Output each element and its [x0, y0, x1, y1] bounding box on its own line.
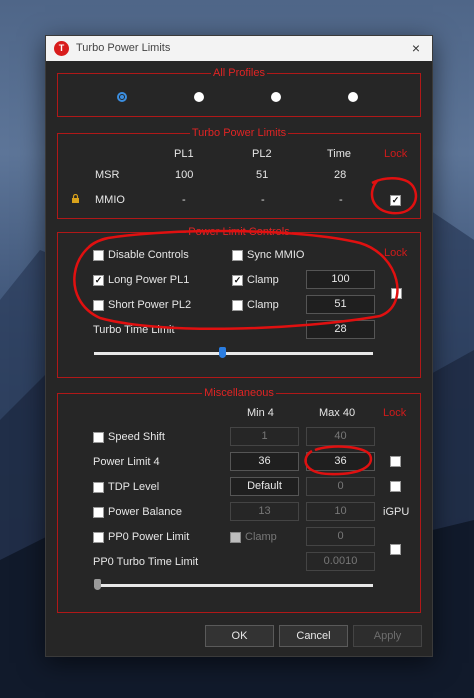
pp0-power-limit-input[interactable]: 0	[306, 527, 375, 546]
profile-radio-3[interactable]	[271, 92, 281, 102]
pp0-clamp-label: Clamp	[245, 531, 277, 543]
msr-pl1-value: 100	[175, 169, 194, 181]
long-power-pl1-checkbox[interactable]	[93, 275, 104, 286]
turbo-time-limit-input[interactable]: 28	[306, 320, 375, 339]
pp0-power-limit-label: PP0 Power Limit	[108, 531, 190, 543]
min-header: Min 4	[247, 407, 274, 419]
window-title: Turbo Power Limits	[76, 42, 171, 54]
col-header-pl1: PL1	[174, 148, 194, 160]
miscellaneous-group: Miscellaneous Min 4 Max 40 Lock Speed Sh…	[57, 387, 421, 613]
sync-mmio-label: Sync MMIO	[247, 249, 305, 261]
mmio-lock-checkbox[interactable]	[390, 195, 401, 206]
pp0-turbo-time-limit-label: PP0 Turbo Time Limit	[93, 556, 199, 568]
short-clamp-checkbox[interactable]	[232, 300, 243, 311]
profile-radio-4[interactable]	[348, 92, 358, 102]
tdp-level-checkbox[interactable]	[93, 482, 104, 493]
col-header-time: Time	[327, 148, 352, 160]
apply-button[interactable]: Apply	[353, 625, 422, 647]
col-header-pl2: PL2	[252, 148, 272, 160]
msr-time-value: 28	[334, 169, 347, 181]
igpu-label: iGPU	[383, 506, 410, 518]
short-clamp-label: Clamp	[247, 299, 279, 311]
power-limit-4-lock-checkbox[interactable]	[390, 456, 401, 467]
profile-radio-1[interactable]	[117, 92, 127, 102]
long-clamp-label: Clamp	[247, 274, 279, 286]
disable-controls-label: Disable Controls	[108, 249, 189, 261]
ok-button[interactable]: OK	[205, 625, 274, 647]
power-balance-gpu-input[interactable]: 10	[306, 502, 375, 521]
power-limit-controls-group: Power Limit Controls Lock Disable Contro…	[57, 226, 421, 378]
pp0-clamp-checkbox[interactable]	[230, 532, 241, 543]
power-limit-4-label: Power Limit 4	[93, 456, 160, 468]
tdp-level-max-input[interactable]: 0	[306, 477, 375, 496]
pp0-power-limit-checkbox[interactable]	[93, 532, 104, 543]
short-power-pl2-input[interactable]: 51	[306, 295, 375, 314]
msr-label: MSR	[95, 169, 120, 181]
close-button[interactable]: ×	[406, 39, 426, 58]
power-limit-controls-title: Power Limit Controls	[186, 226, 292, 238]
miscellaneous-title: Miscellaneous	[202, 387, 276, 399]
power-limit-4-min-input[interactable]: 36	[230, 452, 299, 471]
lock-header: Lock	[384, 148, 408, 160]
sync-mmio-checkbox[interactable]	[232, 250, 243, 261]
all-profiles-group: All Profiles	[57, 67, 421, 117]
pp0-turbo-time-limit-input[interactable]: 0.0010	[306, 552, 375, 571]
tdp-level-label: TDP Level	[108, 481, 160, 493]
mmio-pl1-value: -	[182, 194, 186, 206]
pp0-lock-checkbox[interactable]	[390, 544, 401, 555]
power-balance-cpu-input[interactable]: 13	[230, 502, 299, 521]
turbo-time-slider-track[interactable]	[94, 352, 373, 355]
mmio-label: MMIO	[95, 194, 125, 206]
long-clamp-checkbox[interactable]	[232, 275, 243, 286]
pp0-turbo-time-slider-track[interactable]	[94, 584, 373, 587]
profile-radio-2[interactable]	[194, 92, 204, 102]
power-balance-checkbox[interactable]	[93, 507, 104, 518]
controls-lock-checkbox[interactable]	[391, 288, 402, 299]
speed-shift-min-input[interactable]: 1	[230, 427, 299, 446]
turbo-time-limit-label: Turbo Time Limit	[93, 324, 175, 336]
power-balance-label: Power Balance	[108, 506, 182, 518]
app-icon: T	[54, 41, 69, 56]
controls-lock-header: Lock	[384, 247, 408, 259]
turbo-time-slider-thumb[interactable]	[219, 347, 227, 358]
speed-shift-checkbox[interactable]	[93, 432, 104, 443]
title-bar: T Turbo Power Limits ×	[46, 36, 432, 61]
long-power-pl1-input[interactable]: 100	[306, 270, 375, 289]
disable-controls-checkbox[interactable]	[93, 250, 104, 261]
cancel-button[interactable]: Cancel	[279, 625, 348, 647]
mmio-pl2-value: -	[261, 194, 265, 206]
turbo-power-limits-group: Turbo Power Limits PL1 PL2 Time Lock MSR…	[57, 127, 421, 219]
misc-lock-header: Lock	[383, 407, 407, 419]
all-profiles-title: All Profiles	[211, 67, 267, 79]
long-power-pl1-label: Long Power PL1	[108, 274, 190, 286]
short-power-pl2-checkbox[interactable]	[93, 300, 104, 311]
turbo-power-limits-dialog: T Turbo Power Limits × All Profiles Turb…	[45, 35, 433, 657]
turbo-power-limits-title: Turbo Power Limits	[189, 127, 289, 139]
speed-shift-label: Speed Shift	[108, 431, 165, 443]
lock-icon	[72, 194, 79, 203]
tdp-level-min-input[interactable]: Default	[230, 477, 299, 496]
msr-pl2-value: 51	[256, 169, 269, 181]
max-header: Max 40	[319, 407, 356, 419]
pp0-turbo-time-slider-thumb[interactable]	[94, 579, 101, 590]
mmio-time-value: -	[339, 194, 343, 206]
speed-shift-max-input[interactable]: 40	[306, 427, 375, 446]
power-limit-4-max-input[interactable]: 36	[306, 452, 375, 471]
tdp-level-lock-checkbox[interactable]	[390, 481, 401, 492]
short-power-pl2-label: Short Power PL2	[108, 299, 192, 311]
